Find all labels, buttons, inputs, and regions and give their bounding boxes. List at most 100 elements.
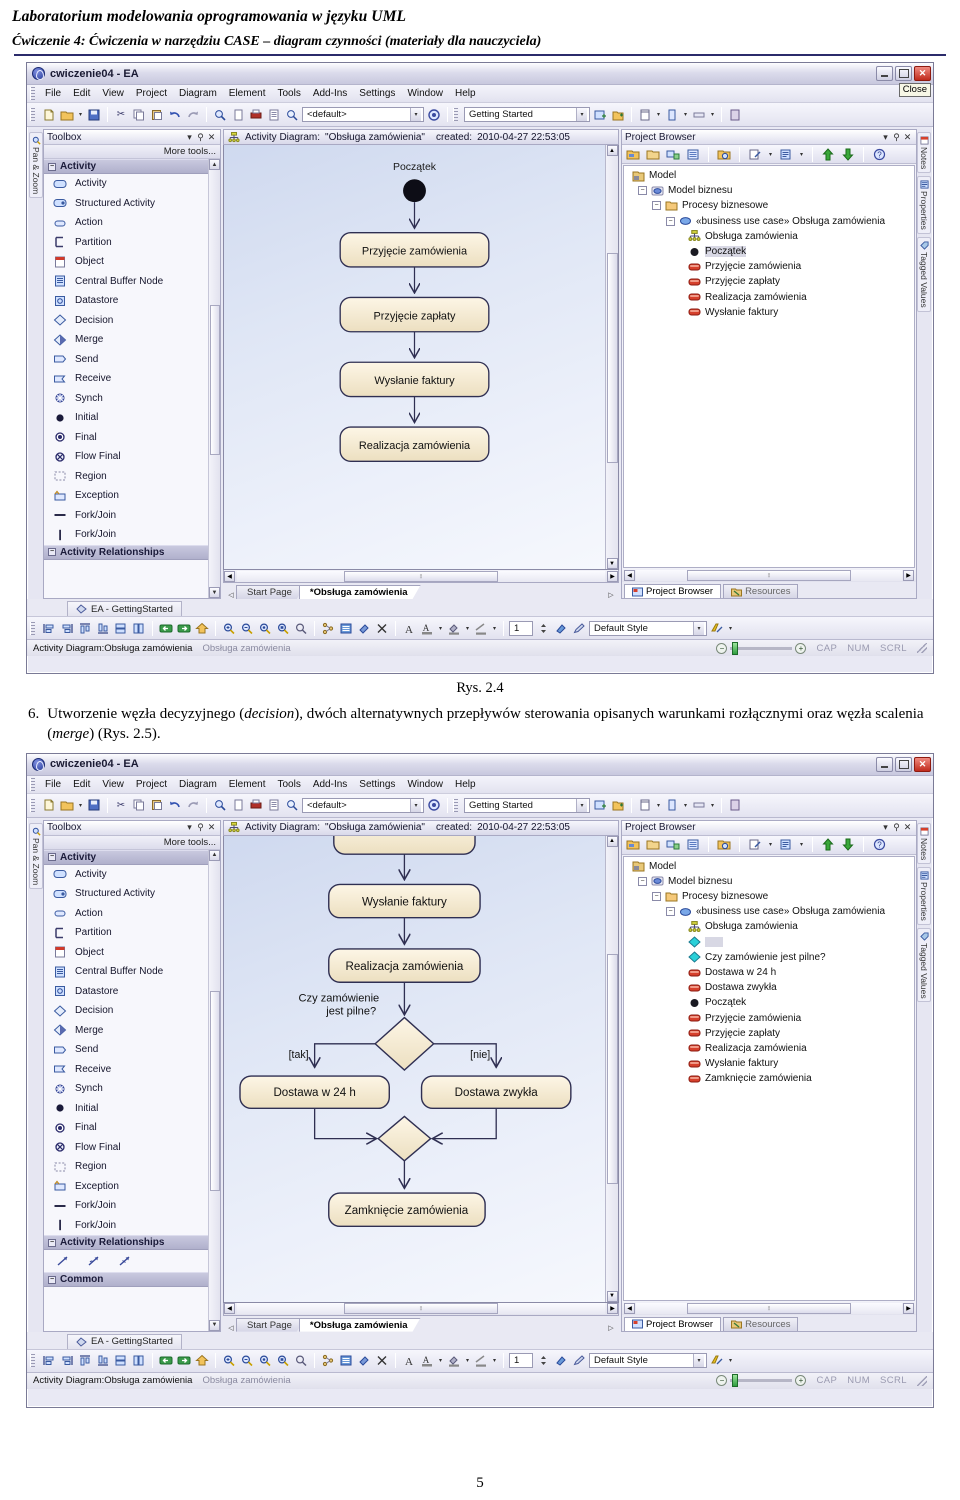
- font-color-dropdown-icon-2[interactable]: ▾: [437, 1357, 444, 1364]
- tree-expander-minus[interactable]: −: [666, 216, 675, 226]
- align-top-icon-2[interactable]: [77, 1353, 93, 1369]
- pb-menu-icon-2[interactable]: ▾: [880, 822, 891, 833]
- redo-icon[interactable]: [185, 107, 201, 123]
- properties-tab-1[interactable]: Properties: [917, 176, 931, 234]
- zoom-out-icon[interactable]: [239, 620, 255, 636]
- toolbox-group-activity-2[interactable]: − Activity: [44, 849, 208, 865]
- default-style-combo-2[interactable]: Default Style ▾: [589, 1353, 707, 1369]
- find-in-project-icon[interactable]: [284, 107, 300, 123]
- forward-icon[interactable]: [176, 620, 192, 636]
- toolbox-item-send[interactable]: Send: [44, 350, 208, 370]
- cut-icon-2[interactable]: ✂: [113, 797, 129, 813]
- menu-settings-2[interactable]: Settings: [353, 778, 401, 791]
- properties-dropdown-icon[interactable]: ▾: [682, 111, 689, 118]
- toolbox-item-synch-2[interactable]: Synch: [44, 1079, 208, 1099]
- format-painter-icon-2[interactable]: [553, 1353, 569, 1369]
- pb-menu-icon[interactable]: ▾: [880, 132, 891, 143]
- undo-icon-2[interactable]: [167, 797, 183, 813]
- toolbox-group-activity[interactable]: − Activity: [44, 159, 208, 174]
- tree-row[interactable]: Model: [626, 859, 914, 874]
- pb-close-icon[interactable]: ✕: [902, 132, 913, 143]
- toolbox-item-fork-vertical-2[interactable]: Fork/Join: [44, 1216, 208, 1236]
- line-color-icon-2[interactable]: [473, 1353, 489, 1369]
- toolbar-grip[interactable]: [30, 108, 35, 121]
- help-globe-icon-2[interactable]: [426, 797, 442, 813]
- new-package-icon-4[interactable]: [645, 837, 661, 853]
- new-package-icon-3[interactable]: [610, 797, 626, 813]
- toolbox-item-receive-2[interactable]: Receive: [44, 1060, 208, 1080]
- new-view-icon[interactable]: [625, 146, 641, 162]
- toolbox-item-activity-2[interactable]: Activity: [44, 865, 208, 885]
- redo-icon-2[interactable]: [185, 797, 201, 813]
- menu-diagram-2[interactable]: Diagram: [173, 778, 223, 791]
- pan-and-zoom-tab-2[interactable]: Pan & Zoom: [29, 822, 43, 889]
- toolbox-item-region-2[interactable]: Region: [44, 1157, 208, 1177]
- paint-icon-2[interactable]: [356, 1353, 372, 1369]
- zoom-in-button-2[interactable]: +: [795, 1375, 807, 1387]
- menu-help-2[interactable]: Help: [449, 778, 482, 791]
- toolbox-item-central-buffer-node-2[interactable]: Central Buffer Node: [44, 962, 208, 982]
- scroll-down-icon-d1[interactable]: ▼: [606, 558, 618, 569]
- toolbox-item-activity[interactable]: Activity: [44, 174, 208, 194]
- collapse-icon-c2[interactable]: −: [48, 1275, 56, 1284]
- edit-element-icon[interactable]: [747, 146, 763, 162]
- delete-icon[interactable]: [374, 620, 390, 636]
- zoom-fit-icon[interactable]: [257, 620, 273, 636]
- tree-row[interactable]: Dostawa zwykła: [626, 980, 914, 995]
- zoom-fit-icon-2[interactable]: [257, 1353, 273, 1369]
- chevron-down-icon-2[interactable]: ▾: [576, 108, 587, 121]
- tree-expander-minus[interactable]: −: [652, 892, 661, 902]
- notes-dropdown-icon[interactable]: ▾: [655, 111, 662, 118]
- new-package-icon-2[interactable]: [645, 146, 661, 162]
- hscroll-thumb-1[interactable]: ⦙⦙: [343, 570, 499, 582]
- project-browser-tree-1[interactable]: Model − Model biznesu − Procesy biznesow…: [623, 165, 915, 568]
- scroll-down-icon-d2[interactable]: ▼: [606, 1290, 618, 1302]
- save-icon-2[interactable]: [86, 797, 102, 813]
- window-resize-grip-2[interactable]: [917, 1375, 927, 1386]
- maximize-button-2[interactable]: [895, 756, 912, 772]
- menu-project-2[interactable]: Project: [130, 778, 173, 791]
- properties-tab-2[interactable]: Properties: [917, 866, 931, 925]
- font-icon[interactable]: A: [401, 620, 417, 636]
- open-project-icon-2[interactable]: [59, 797, 75, 813]
- zoom-out-button-2[interactable]: −: [716, 1375, 728, 1387]
- hierarchy-icon-2[interactable]: [320, 1353, 336, 1369]
- zoom-100-icon-2[interactable]: [275, 1353, 291, 1369]
- ea-gettingstarted-tab-1[interactable]: EA - GettingStarted: [67, 601, 182, 616]
- toolbox-close-icon-2[interactable]: ✕: [206, 822, 217, 833]
- apply-style-icon-2[interactable]: [709, 1353, 725, 1369]
- tree-row[interactable]: Początek: [626, 995, 914, 1010]
- toolbox-item-structured-activity-2[interactable]: Structured Activity: [44, 884, 208, 904]
- document-icon[interactable]: [230, 107, 246, 123]
- tree-row[interactable]: [626, 935, 914, 950]
- pbtab-resources-2[interactable]: Resources: [723, 1316, 799, 1331]
- zoom-select-icon-2[interactable]: [293, 1353, 309, 1369]
- strip-dropdown-icon-2[interactable]: ▾: [709, 802, 716, 809]
- properties-window-icon[interactable]: [664, 107, 680, 123]
- vscroll-thumb-2[interactable]: [606, 954, 618, 1185]
- tree-row[interactable]: − Procesy biznesowe: [626, 198, 914, 213]
- delete-icon-2[interactable]: [374, 1353, 390, 1369]
- pb-pin-icon-2[interactable]: ⚲: [891, 822, 902, 833]
- pbtab-resources-1[interactable]: Resources: [723, 584, 799, 598]
- home-icon-2[interactable]: [194, 1353, 210, 1369]
- list-icon-2[interactable]: [266, 797, 282, 813]
- toolbox-menu-icon[interactable]: ▾: [184, 132, 195, 143]
- copy-icon-2[interactable]: [131, 797, 147, 813]
- tree-row[interactable]: Wysłanie faktury: [626, 305, 914, 320]
- search-model-icon-2[interactable]: [716, 837, 732, 853]
- zoom-handle-1[interactable]: [732, 641, 739, 655]
- toolbox-item-fork-horizontal-2[interactable]: Fork/Join: [44, 1196, 208, 1216]
- back-icon[interactable]: [158, 620, 174, 636]
- diagram-vscrollbar-1[interactable]: ▲ ▼: [605, 145, 618, 569]
- back-icon-2[interactable]: [158, 1353, 174, 1369]
- default-style-combo[interactable]: Default Style ▾: [589, 620, 707, 636]
- documentation-icon[interactable]: [778, 146, 794, 162]
- documentation-icon-2[interactable]: [778, 837, 794, 853]
- close-button[interactable]: [914, 66, 931, 81]
- toolbox-item-object[interactable]: Object: [44, 252, 208, 272]
- tree-row[interactable]: Obsługa zamówienia: [626, 229, 914, 244]
- pb-hscroll-thumb-2[interactable]: ⦙⦙: [686, 1302, 852, 1314]
- tree-row[interactable]: Zamknięcie zamówienia: [626, 1071, 914, 1086]
- paste-icon-2[interactable]: [149, 797, 165, 813]
